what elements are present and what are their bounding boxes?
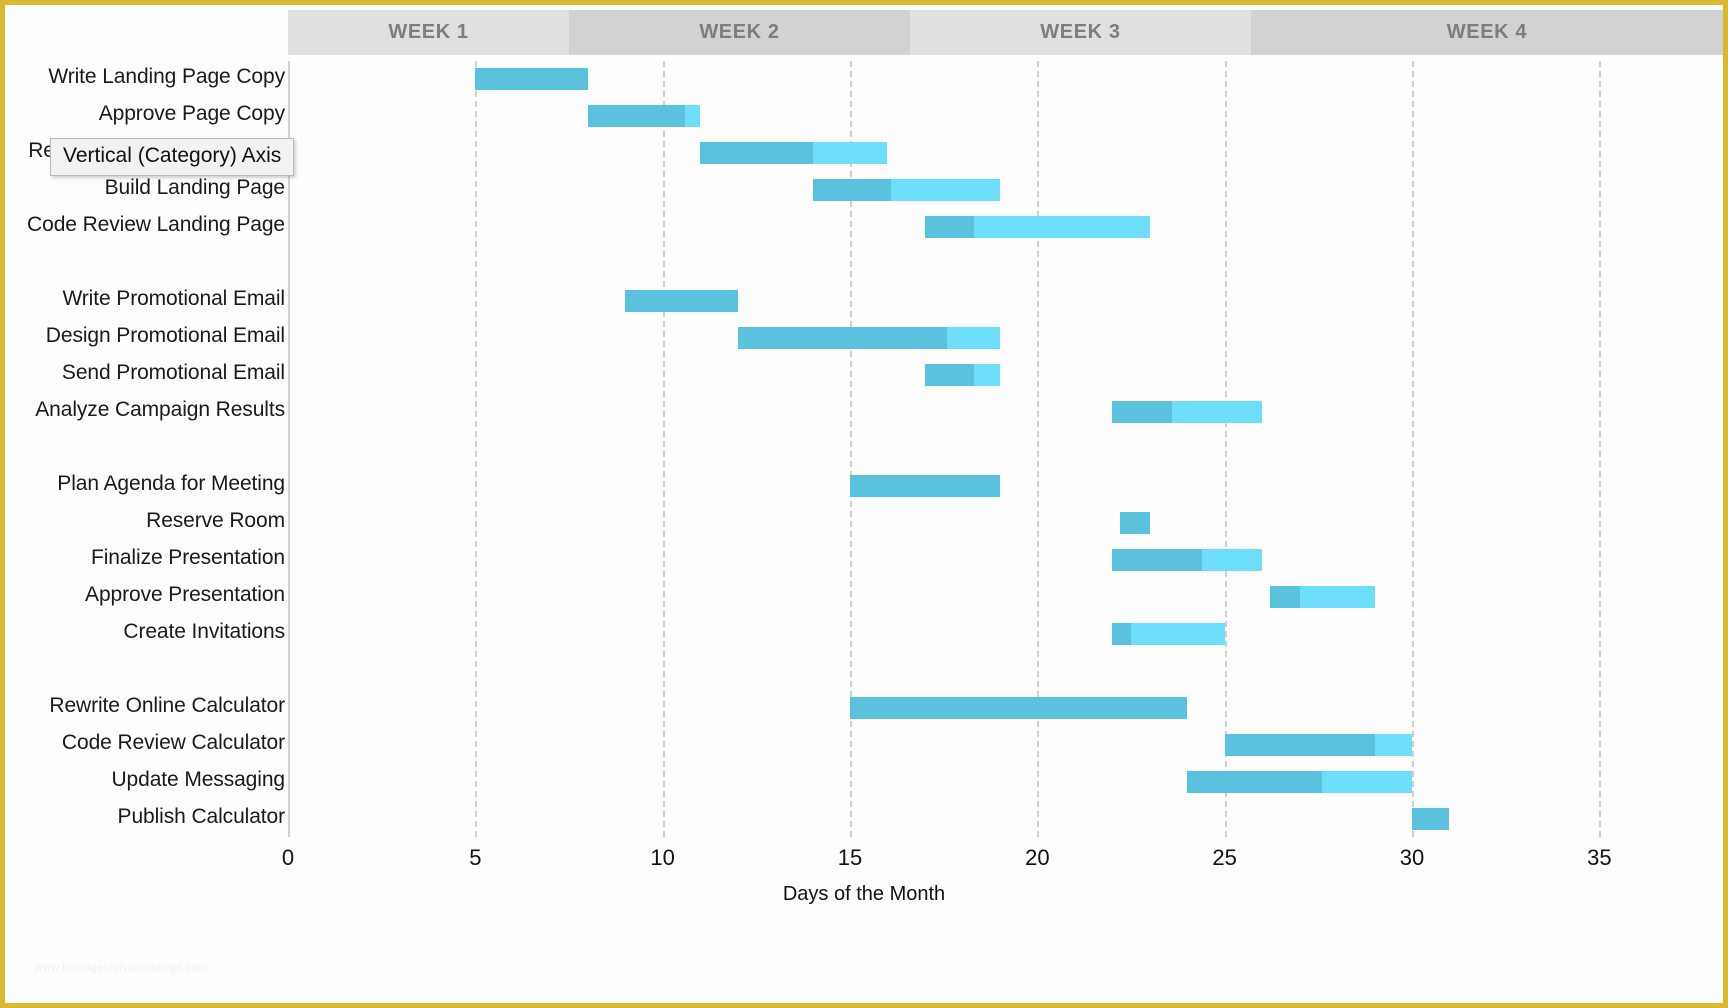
gantt-chart-frame: WEEK 1 WEEK 2 WEEK 3 WEEK 4 Write Landing P… (0, 0, 1728, 1008)
gantt-bar-complete-segment (1112, 548, 1203, 571)
gantt-bar-remaining-segment (1202, 548, 1263, 571)
gantt-bar-complete-segment (1112, 622, 1131, 645)
gantt-bar-remaining-segment (1299, 585, 1375, 608)
gridline (1412, 61, 1415, 837)
gantt-bar-remaining-segment (812, 142, 888, 165)
gantt-bar-remaining-segment (685, 105, 701, 128)
category-label[interactable]: Update Messaging (5, 768, 285, 792)
week-header-3: WEEK 3 (909, 10, 1251, 55)
week-header-2: WEEK 2 (569, 10, 910, 55)
plot-area (288, 61, 1723, 837)
gantt-bar[interactable] (924, 216, 1150, 239)
gantt-bar[interactable] (475, 68, 588, 91)
x-axis-tick-label: 20 (1025, 845, 1050, 870)
x-axis-tick-label: 5 (469, 845, 482, 870)
category-label[interactable]: Publish Calculator (5, 805, 286, 829)
gantt-bar-complete-segment (1269, 585, 1300, 608)
category-label[interactable]: Build Landing Page (5, 176, 285, 200)
gantt-bar[interactable] (1224, 733, 1412, 756)
gantt-bar-complete-segment (850, 474, 1000, 497)
gantt-bar[interactable] (1187, 770, 1412, 793)
gridline (1599, 61, 1602, 837)
gantt-bar-remaining-segment (947, 327, 1000, 350)
gantt-bar[interactable] (587, 105, 701, 128)
gantt-bar[interactable] (700, 142, 888, 165)
gridline (662, 61, 665, 837)
gantt-bar[interactable] (1112, 548, 1263, 571)
x-axis-tick-label: 10 (650, 845, 675, 870)
gantt-bar[interactable] (850, 696, 1188, 719)
gantt-bar-complete-segment (1112, 401, 1173, 424)
gantt-bar-complete-segment (1187, 770, 1323, 793)
category-label[interactable]: Write Landing Page Copy (5, 65, 285, 89)
gantt-bar-complete-segment (587, 105, 686, 128)
gantt-bar[interactable] (1112, 401, 1263, 424)
gantt-bar[interactable] (1112, 622, 1225, 645)
gantt-bar[interactable] (1269, 585, 1375, 608)
gantt-bar-remaining-segment (1322, 770, 1412, 793)
gantt-bar[interactable] (1412, 807, 1450, 830)
gridline (1037, 61, 1040, 837)
gantt-bar-remaining-segment (1131, 622, 1225, 645)
gantt-bar-complete-segment (737, 327, 948, 350)
x-axis-tick-label: 35 (1587, 845, 1612, 870)
week-header-label: WEEK 1 (388, 21, 469, 43)
axis-tooltip: Vertical (Category) Axis (50, 138, 295, 176)
gantt-bar[interactable] (737, 327, 1000, 350)
x-axis-tick-label: 0 (281, 845, 295, 870)
gantt-bar-complete-segment (475, 68, 588, 91)
category-label[interactable]: Plan Agenda for Meeting (5, 472, 285, 496)
x-axis-tick-label: 15 (837, 845, 863, 870)
watermark: www.heritagechristiancollege.com (35, 962, 208, 974)
category-label[interactable]: Finalize Presentation (5, 546, 285, 570)
gantt-bar-remaining-segment (973, 216, 1150, 239)
category-label[interactable]: Approve Page Copy (5, 102, 285, 126)
gantt-bar-remaining-segment (1374, 733, 1412, 756)
gantt-bar-complete-segment (812, 179, 892, 202)
gantt-bar[interactable] (812, 179, 1000, 202)
gantt-bar-remaining-segment (1172, 401, 1263, 424)
gantt-bar-complete-segment (924, 216, 974, 239)
gantt-bar-remaining-segment (973, 364, 1000, 387)
category-label[interactable]: Reserve Room (5, 509, 285, 533)
category-label[interactable]: Send Promotional Email (5, 361, 285, 385)
week-header-label: WEEK 3 (1040, 21, 1121, 43)
gantt-bar[interactable] (924, 364, 1000, 387)
week-header-band: WEEK 1 WEEK 2 WEEK 3 WEEK 4 (288, 10, 1723, 55)
gantt-bar[interactable] (625, 290, 738, 313)
week-header-1: WEEK 1 (288, 10, 569, 55)
category-label[interactable]: Design Promotional Email (5, 324, 285, 348)
gantt-bar-complete-segment (700, 142, 813, 165)
category-label[interactable]: Rewrite Online Calculator (5, 694, 285, 718)
x-axis-title: Days of the Month (782, 883, 946, 905)
gantt-bar[interactable] (1119, 511, 1150, 534)
category-label[interactable]: Code Review Calculator (5, 731, 285, 755)
gantt-bar-complete-segment (1224, 733, 1375, 756)
week-header-4: WEEK 4 (1250, 10, 1723, 55)
gantt-bar-complete-segment (1119, 511, 1150, 534)
category-label[interactable]: Create Invitations (5, 620, 285, 644)
gridline (850, 61, 852, 837)
gantt-bar-remaining-segment (891, 179, 1000, 202)
gantt-bar-complete-segment (850, 696, 1188, 719)
gridline (475, 61, 478, 837)
week-header-label: WEEK 2 (699, 21, 780, 43)
category-label[interactable]: Write Promotional Email (5, 287, 285, 311)
gantt-bar-complete-segment (1412, 807, 1450, 830)
category-label[interactable]: Analyze Campaign Results (5, 398, 285, 422)
week-header-label: WEEK 4 (1446, 21, 1528, 43)
gantt-bar[interactable] (850, 474, 1000, 497)
x-axis-tick-label: 30 (1399, 845, 1425, 870)
gantt-bar-complete-segment (625, 290, 738, 313)
vertical-category-axis[interactable]: Write Landing Page Copy Approve Page Copy… (5, 61, 286, 837)
gantt-bar-complete-segment (924, 364, 974, 387)
category-label[interactable]: Approve Presentation (5, 583, 285, 607)
category-label[interactable]: Code Review Landing Page (5, 213, 285, 237)
gridline (1224, 61, 1227, 837)
x-axis-tick-label: 25 (1212, 845, 1237, 870)
